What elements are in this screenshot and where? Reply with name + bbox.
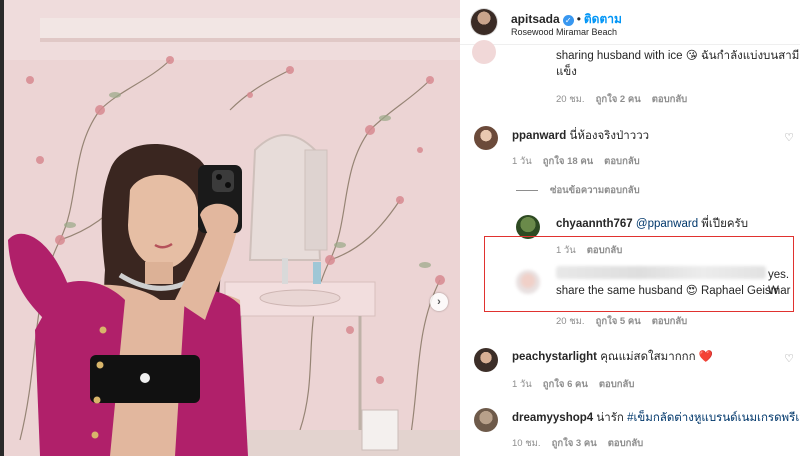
hide-replies-label: ซ่อนข้อความตอบกลับ (550, 185, 640, 196)
comment-likes[interactable]: ถูกใจ 3 คน (552, 438, 597, 449)
comment-meta: 1 วัน ถูกใจ 6 คน ตอบกลับ (512, 377, 645, 392)
comment-time: 20 ชม. (556, 316, 585, 327)
avatar[interactable] (472, 40, 496, 64)
comment-time: 20 ชม. (556, 94, 585, 105)
comment-text: chyaannth767 @ppanward พี่เปียครับ (556, 216, 748, 232)
follow-button[interactable]: ติดตาม (584, 12, 622, 26)
author-avatar[interactable] (471, 9, 497, 35)
comment-text: sharing husband with ice 😘 ฉันกำลังแบ่งบ… (556, 48, 800, 80)
reply-button[interactable]: ตอบกลับ (599, 379, 635, 390)
author-username[interactable]: apitsada (511, 12, 560, 26)
comment-text: peachystarlight คุณแม่สดใสมากกก ❤️ (512, 349, 713, 365)
verified-badge-icon: ✓ (562, 15, 574, 26)
comment-body: น่ารัก (596, 412, 624, 424)
comments-panel: apitsada ✓ • ติดตาม Rosewood Miramar Beach … (460, 0, 800, 456)
comment-username[interactable]: chyaannth767 (556, 218, 633, 230)
next-photo-button[interactable]: › (430, 293, 448, 311)
comment-likes[interactable]: ถูกใจ 6 คน (543, 379, 588, 390)
reply-button[interactable]: ตอบกลับ (608, 438, 644, 449)
avatar[interactable] (474, 126, 498, 150)
avatar[interactable] (474, 348, 498, 372)
divider-line (516, 189, 538, 191)
comment-text: ppanward นี่ห้องจริงป่าววว (512, 128, 649, 144)
comment-username[interactable]: ppanward (512, 130, 566, 142)
separator-dot: • (576, 12, 581, 26)
hide-replies-button[interactable]: ซ่อนข้อความตอบกลับ (516, 183, 640, 198)
comment-username[interactable]: peachystarlight (512, 351, 597, 363)
comment-body-cont: แข็ง (556, 66, 577, 78)
comment-likes[interactable]: ถูกใจ 18 คน (543, 156, 593, 167)
comment-meta: 10 ชม. ถูกใจ 3 คน ตอบกลับ (512, 436, 654, 451)
mirror-selfie-photo (0, 0, 460, 456)
comment-time: 1 วัน (512, 379, 532, 390)
comment-meta: 20 ชม. ถูกใจ 2 คน ตอบกลับ (556, 92, 698, 107)
reply-button[interactable]: ตอบกลับ (604, 156, 640, 167)
comment-meta: 1 วัน ถูกใจ 18 คน ตอบกลับ (512, 154, 651, 169)
comment-time: 10 ชม. (512, 438, 541, 449)
reply-button[interactable]: ตอบกลับ (652, 94, 688, 105)
post-photo[interactable]: › (0, 0, 460, 456)
comment-text: dreamyyshop4 น่ารัก #เข็มกลัดต่างหูแบรนด… (512, 410, 800, 426)
heart-icon[interactable]: ♡ (784, 131, 794, 144)
left-edge-strip (0, 0, 4, 456)
avatar[interactable] (474, 408, 498, 432)
comment-time: 1 วัน (512, 156, 532, 167)
mention-link[interactable]: @ppanward (636, 218, 698, 230)
reply-button[interactable]: ตอบกลับ (652, 316, 688, 327)
comment-body: นี่ห้องจริงป่าววว (569, 130, 650, 142)
post-location[interactable]: Rosewood Miramar Beach (511, 27, 617, 37)
hashtag-link[interactable]: #เข็มกลัดต่างหูแบรนด์เนมเกรดพรีเมีย (627, 412, 800, 424)
heart-icon[interactable]: ♡ (784, 352, 794, 365)
chevron-right-icon: › (437, 296, 441, 308)
post-header: apitsada ✓ • ติดตาม Rosewood Miramar Beach (460, 0, 800, 45)
comment-body: คุณแม่สดใสมากกก ❤️ (600, 351, 714, 363)
comment-body: sharing husband with ice 😘 ฉันกำลังแบ่งบ… (556, 50, 800, 62)
comment-likes[interactable]: ถูกใจ 5 คน (596, 316, 641, 327)
comment-likes[interactable]: ถูกใจ 2 คน (596, 94, 641, 105)
comment-body: พี่เปียครับ (701, 218, 749, 230)
comment-username[interactable]: dreamyyshop4 (512, 412, 593, 424)
highlight-box (484, 236, 794, 312)
comment-meta: 20 ชม. ถูกใจ 5 คน ตอบกลับ (556, 314, 698, 329)
